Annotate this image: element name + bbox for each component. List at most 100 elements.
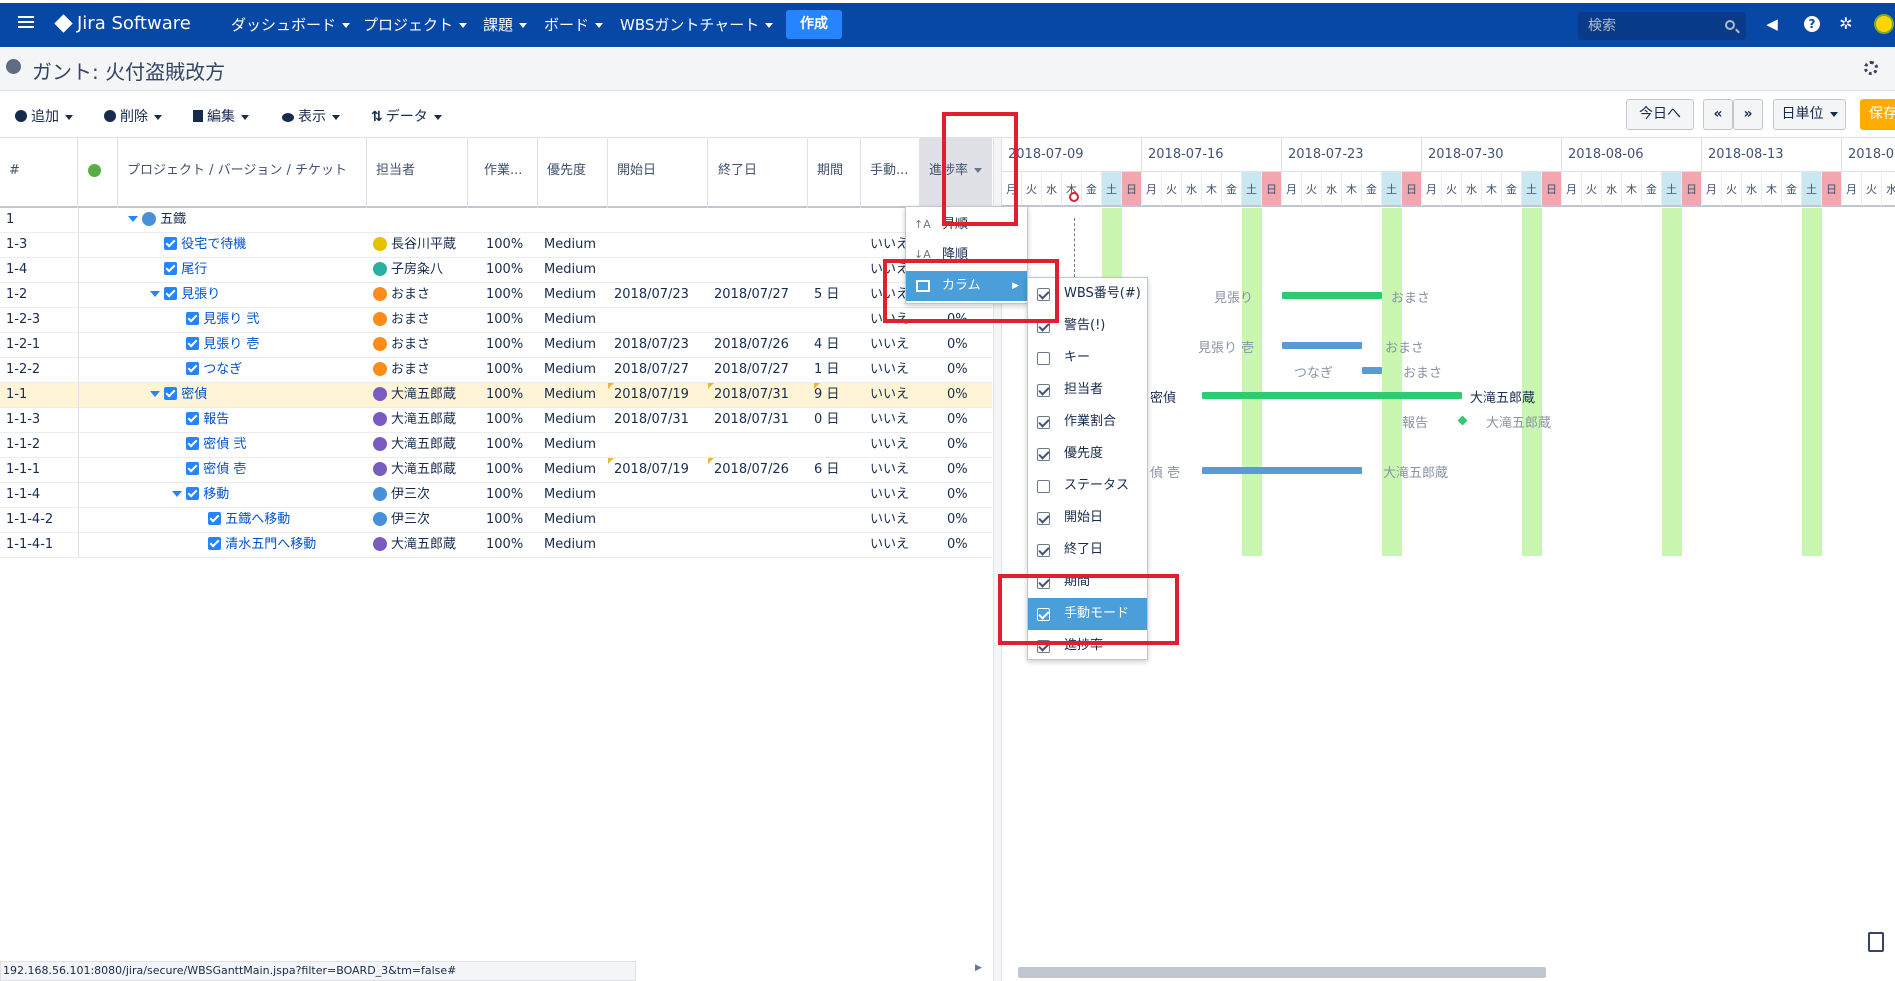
cell-name-link[interactable]: 見張り 壱 [203,337,259,352]
cell-name-link[interactable]: 見張り 弐 [203,312,259,327]
column-toggle-item[interactable]: 開始日 [1028,502,1147,534]
scroll-right-arrow-icon[interactable]: ▶ [975,963,982,973]
nav-projects[interactable]: プロジェクト [363,14,468,35]
column-header-priority[interactable]: 優先度 [538,138,608,208]
cell-name-link[interactable]: 五鐡へ移動 [225,512,290,527]
cell-name-link[interactable]: 密偵 弐 [203,437,246,452]
checkbox-checked-icon[interactable] [1037,544,1050,557]
table-row[interactable]: 1-2-2 つなぎ おまさ 100% Medium 2018/07/27 2018/07/… [0,358,992,383]
table-row[interactable]: 1-4 尾行子房粂八100%Mediumいいえ0% [0,258,992,283]
checkbox-checked-icon[interactable] [1037,384,1050,397]
sort-arrows-icon: ⇅ [371,109,383,125]
search-input[interactable]: 検索 [1578,12,1746,40]
app-name[interactable]: Jira Software [77,13,191,34]
day-header: 土 [1802,172,1822,207]
nav-issues[interactable]: 課題 [483,14,528,35]
user-avatar[interactable] [1874,14,1894,34]
cell-name-link[interactable]: 密偵 壱 [203,462,246,477]
cell-priority: Medium [544,537,596,552]
table-row[interactable]: 1-1-2 密偵 弐 大滝五郎蔵 100% Medium いいえ 0% [0,433,992,458]
column-header-assignee[interactable]: 担当者 [367,138,468,208]
delete-button[interactable]: 削除 [104,106,162,126]
column-header-manual[interactable]: 手動... [861,138,920,208]
expand-toggle-icon[interactable] [150,291,160,297]
column-header-name[interactable]: プロジェクト / バージョン / チケット [118,138,367,208]
create-button[interactable]: 作成 [786,10,842,39]
column-header-work[interactable]: 作業... [468,138,538,208]
table-row[interactable]: 1-2-1 見張り 壱 おまさ 100% Medium 2018/07/23 2018/0… [0,333,992,358]
edit-button[interactable]: 編集 [193,106,249,126]
column-toggle-item[interactable]: 担当者 [1028,374,1147,406]
checkbox-unchecked-icon[interactable] [1037,480,1050,493]
settings-gear-icon[interactable]: ✲ [1838,16,1854,32]
checkbox-checked-icon[interactable] [1037,416,1050,429]
column-toggle-item[interactable]: 作業割合 [1028,406,1147,438]
day-unit-select[interactable]: 日単位 [1773,99,1846,130]
cell-duration [814,208,860,233]
cell-name-link[interactable]: 見張り [181,287,220,302]
next-button[interactable]: » [1733,99,1763,130]
expand-toggle-icon[interactable] [172,491,182,497]
table-row[interactable]: 1-2-3 見張り 弐おまさ 100% Medium いいえ 0% [0,308,992,333]
nav-wbs-gantt[interactable]: WBSガントチャート [620,14,774,35]
prev-button[interactable]: « [1703,99,1733,130]
table-row[interactable]: 1-2 見張り おまさ 100% Medium 2018/07/23 2018/07/27… [0,283,992,308]
megaphone-icon[interactable]: ◀ [1764,16,1780,32]
cell-work: 100% [486,312,524,327]
column-header-warning[interactable] [78,138,118,208]
gantt-task-bar[interactable] [1282,342,1362,349]
cell-name-link[interactable]: 清水五門へ移動 [225,537,316,552]
checkbox-checked-icon[interactable] [1037,512,1050,525]
column-header-end[interactable]: 終了日 [708,138,808,208]
cell-name-link[interactable]: 移動 [203,487,229,502]
gantt-task-bar[interactable] [1202,467,1362,474]
table-row[interactable]: 1-3 役宅で待機長谷川平蔵100%Mediumいいえ0% [0,233,992,258]
column-toggle-item[interactable]: キー [1028,342,1147,374]
expand-toggle-icon[interactable] [150,391,160,397]
cell-name-link[interactable]: 役宅で待機 [181,237,246,252]
table-row[interactable]: 1-1 密偵 大滝五郎蔵 100% Medium 2018/07/19 2018/07/3… [0,383,992,408]
gantt-task-bar[interactable] [1362,367,1382,374]
menu-icon[interactable] [18,16,34,28]
cell-name-link[interactable]: 報告 [203,412,229,427]
checkbox-unchecked-icon[interactable] [1037,352,1050,365]
help-icon[interactable]: ? [1804,16,1820,32]
gantt-summary-bar[interactable] [1202,392,1462,399]
document-icon[interactable] [1868,932,1884,952]
column-header-start[interactable]: 開始日 [608,138,708,208]
cell-name-link[interactable]: 尾行 [181,262,207,277]
cell-name-link[interactable]: つなぎ [203,362,242,377]
milestone-marker[interactable] [1457,415,1468,426]
data-button[interactable]: ⇅ データ [371,106,442,126]
checkbox-checked-icon[interactable] [1037,448,1050,461]
table-row[interactable]: 1 五鐡 [0,208,992,233]
column-header-duration[interactable]: 期間 [808,138,861,208]
table-row[interactable]: 1-1-3 報告 大滝五郎蔵 100% Medium 2018/07/31 2018/07… [0,408,992,433]
column-toggle-item[interactable]: 終了日 [1028,534,1147,566]
cell-assignee: 大滝五郎蔵 [373,433,468,458]
view-button[interactable]: 表示 [282,106,340,126]
nav-dashboard[interactable]: ダッシュボード [231,14,351,35]
column-toggle-item[interactable]: 優先度 [1028,438,1147,470]
cell-start-date: 2018/07/19 [608,383,708,408]
cell-assignee: おまさ [373,333,468,358]
gear-icon[interactable] [1864,61,1878,75]
column-toggle-item[interactable]: ステータス [1028,470,1147,502]
add-button[interactable]: 追加 [15,106,73,126]
search-icon[interactable] [1725,20,1735,30]
horizontal-scrollbar[interactable] [1018,967,1546,978]
table-row[interactable]: 1-1-1 密偵 壱 大滝五郎蔵 100% Medium 2018/07/19 2018/… [0,458,992,483]
week-header: 2018-07-23 [1282,138,1422,172]
table-row[interactable]: 1-1-4 移動 伊三次 100% Medium いいえ 0% [0,483,992,508]
nav-boards[interactable]: ボード [544,14,604,35]
save-button[interactable]: 保存 [1860,99,1895,130]
annotation-box-manual-mode [998,574,1179,645]
column-header-num[interactable]: # [0,138,78,208]
cell-name-link[interactable]: 密偵 [181,387,207,402]
gantt-summary-bar[interactable] [1282,292,1382,299]
annotation-box-columns-item [883,259,1059,323]
table-row[interactable]: 1-1-4-1 清水五門へ移動 大滝五郎蔵 100% Medium いいえ 0% [0,533,992,558]
table-row[interactable]: 1-1-4-2 五鐡へ移動 伊三次 100% Medium いいえ 0% [0,508,992,533]
expand-toggle-icon[interactable] [128,216,138,222]
today-button[interactable]: 今日へ [1626,99,1694,130]
